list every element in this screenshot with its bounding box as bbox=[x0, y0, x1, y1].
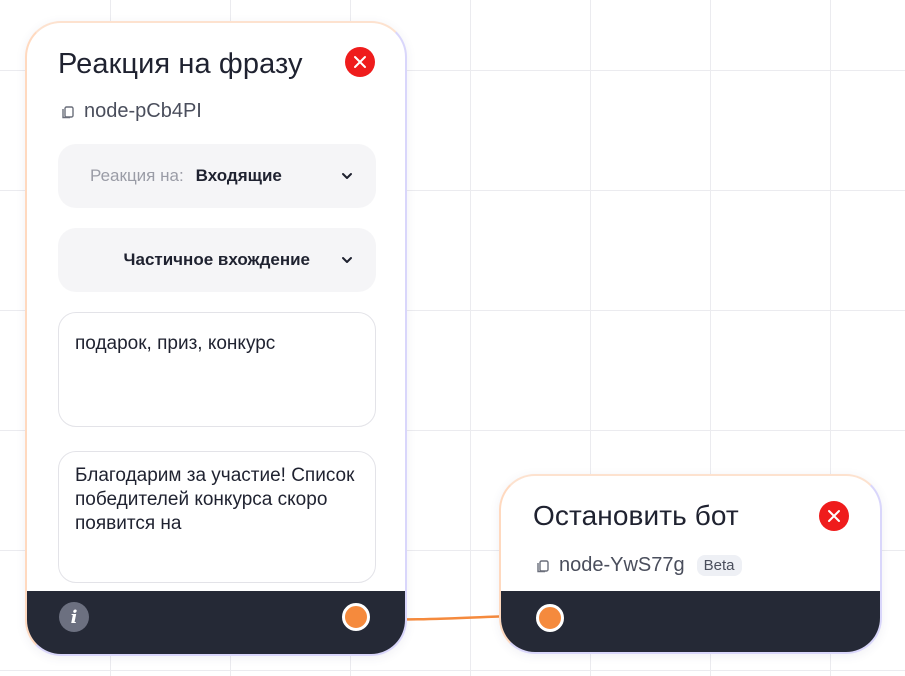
reply-text-input[interactable]: Благодарим за участие! Список победителе… bbox=[58, 451, 376, 583]
node-footer bbox=[501, 591, 880, 652]
output-port[interactable] bbox=[342, 603, 370, 631]
close-icon bbox=[828, 510, 840, 522]
close-icon bbox=[354, 56, 366, 68]
delete-node-button[interactable] bbox=[345, 47, 375, 77]
node-id[interactable]: node-pCb4PI bbox=[60, 100, 202, 123]
copy-icon[interactable] bbox=[535, 558, 551, 574]
reaction-value: Входящие bbox=[195, 166, 282, 185]
node-footer: i bbox=[27, 591, 405, 654]
copy-icon[interactable] bbox=[60, 104, 76, 120]
keywords-input[interactable]: подарок, приз, конкурс bbox=[58, 312, 376, 427]
node-id-text: node-YwS77g bbox=[559, 554, 685, 576]
chevron-down-icon bbox=[342, 173, 352, 179]
node-title: Остановить бот bbox=[533, 500, 739, 531]
beta-badge: Beta bbox=[696, 555, 742, 576]
delete-node-button[interactable] bbox=[819, 501, 849, 531]
node-id[interactable]: node-YwS77g Beta bbox=[535, 554, 742, 577]
chevron-down-icon bbox=[342, 257, 352, 263]
reaction-label: Реакция на: bbox=[90, 166, 184, 185]
info-icon[interactable]: i bbox=[59, 602, 89, 632]
node-title: Реакция на фразу bbox=[58, 48, 303, 80]
node-phrase-reaction[interactable]: Реакция на фразу node-pCb4PI Реакция на:… bbox=[25, 21, 407, 656]
input-port[interactable] bbox=[536, 604, 564, 632]
node-id-text: node-pCb4PI bbox=[84, 100, 202, 122]
reaction-select[interactable]: Реакция на: Входящие bbox=[58, 144, 376, 208]
node-stop-bot[interactable]: Остановить бот node-YwS77g Beta bbox=[499, 474, 882, 654]
match-mode-select[interactable]: Частичное вхождение bbox=[58, 228, 376, 292]
match-mode-value: Частичное вхождение bbox=[123, 250, 310, 269]
